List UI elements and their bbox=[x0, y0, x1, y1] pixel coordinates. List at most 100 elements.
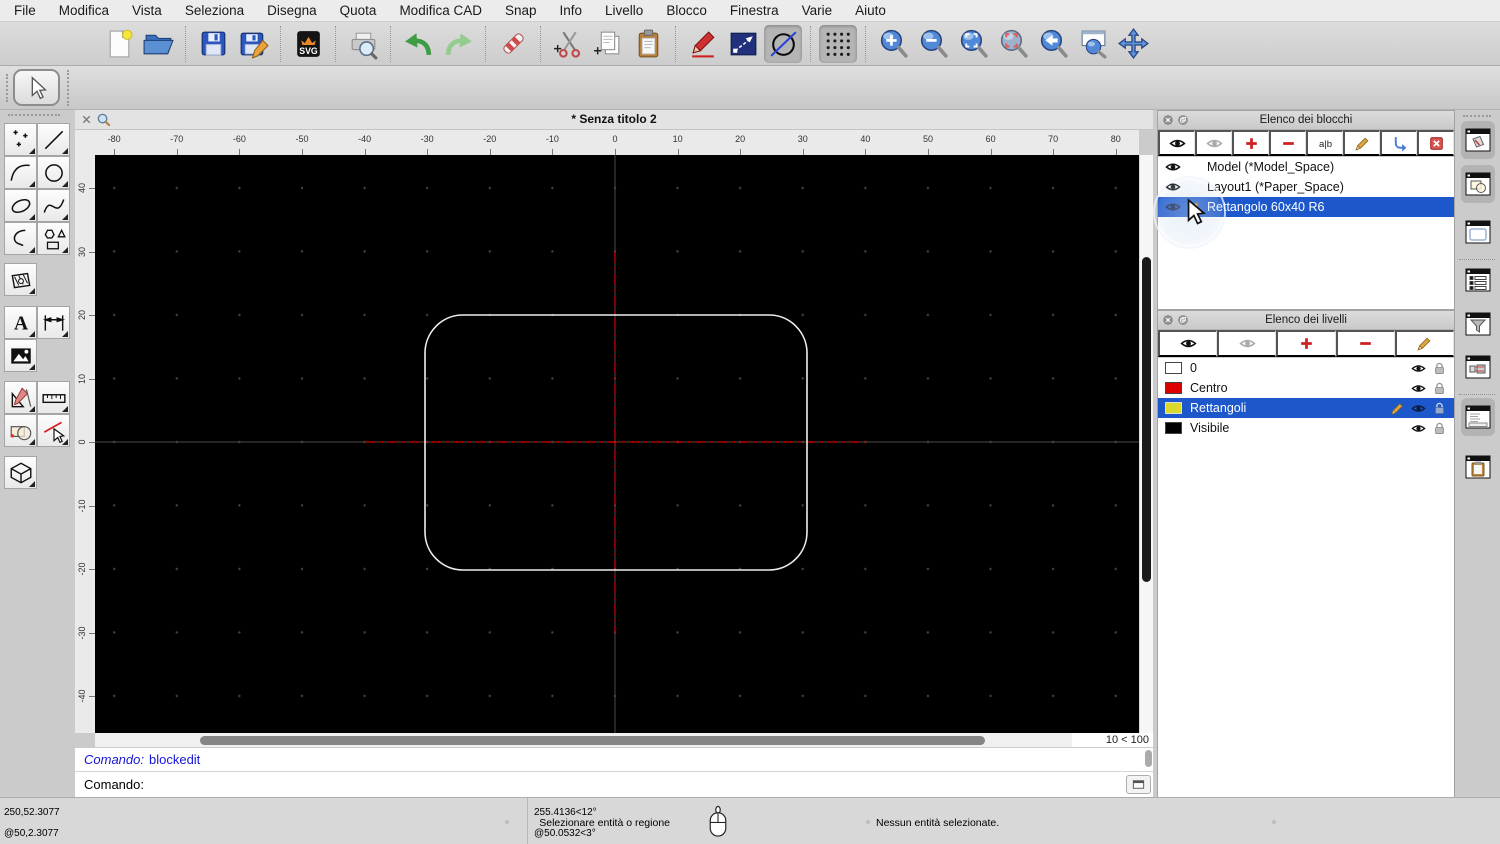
paste-button[interactable] bbox=[629, 25, 667, 63]
insert-block-button[interactable] bbox=[1380, 130, 1417, 156]
menu-vista[interactable]: Vista bbox=[132, 3, 162, 18]
circle-tool-button[interactable] bbox=[37, 156, 70, 189]
lock-icon[interactable] bbox=[1432, 421, 1447, 436]
menu-snap[interactable]: Snap bbox=[505, 3, 537, 18]
line-order-button[interactable] bbox=[724, 25, 762, 63]
visibility-eye-icon[interactable] bbox=[1165, 199, 1181, 215]
visibility-eye-icon[interactable] bbox=[1411, 401, 1426, 416]
vertical-scrollbar-thumb[interactable] bbox=[1142, 257, 1151, 582]
zoom-auto-button[interactable] bbox=[954, 25, 992, 63]
menu-blocco[interactable]: Blocco bbox=[666, 3, 707, 18]
line-tool-button[interactable] bbox=[37, 123, 70, 156]
panel-float-button[interactable] bbox=[1177, 314, 1189, 326]
block-row[interactable]: Rettangolo 60x40 R6 bbox=[1158, 197, 1454, 217]
panel-close-button[interactable] bbox=[1162, 314, 1174, 326]
lock-icon[interactable] bbox=[1432, 401, 1447, 416]
draw-pencil-button[interactable] bbox=[684, 25, 722, 63]
save-as-button[interactable] bbox=[234, 25, 272, 63]
shapes-tool-button[interactable] bbox=[37, 222, 70, 255]
edit-pencil-button[interactable] bbox=[1394, 330, 1454, 357]
zoom-previous-button[interactable] bbox=[1034, 25, 1072, 63]
panel-close-button[interactable] bbox=[1162, 114, 1174, 126]
menu-info[interactable]: Info bbox=[560, 3, 583, 18]
zoom-out-button[interactable] bbox=[914, 25, 952, 63]
remove-button[interactable] bbox=[1269, 130, 1306, 156]
library-browser-window-toggle[interactable] bbox=[1461, 165, 1495, 203]
export-svg-button[interactable] bbox=[289, 25, 327, 63]
rename-button[interactable] bbox=[1306, 130, 1343, 156]
save-button[interactable] bbox=[194, 25, 232, 63]
undo-button[interactable] bbox=[399, 25, 437, 63]
canvas-horizontal-scrollbar[interactable] bbox=[95, 733, 1072, 747]
menu-livello[interactable]: Livello bbox=[605, 3, 643, 18]
command-window-toggle-button[interactable] bbox=[1126, 775, 1151, 794]
print-preview-button[interactable] bbox=[344, 25, 382, 63]
menu-varie[interactable]: Varie bbox=[802, 3, 833, 18]
menu-modifica-cad[interactable]: Modifica CAD bbox=[399, 3, 482, 18]
blocks-tool-button[interactable] bbox=[4, 414, 37, 447]
block-row[interactable]: Model (*Model_Space) bbox=[1158, 157, 1454, 177]
solid-tool-button[interactable] bbox=[4, 456, 37, 489]
redo-button[interactable] bbox=[439, 25, 477, 63]
points-tool-button[interactable] bbox=[4, 123, 37, 156]
zoom-window-button[interactable] bbox=[1074, 25, 1112, 63]
visibility-eye-icon[interactable] bbox=[1411, 421, 1426, 436]
layer-row[interactable]: 0 bbox=[1158, 358, 1454, 378]
text-tool-button[interactable] bbox=[4, 306, 37, 339]
arc-tool-button[interactable] bbox=[4, 156, 37, 189]
menu-finestra[interactable]: Finestra bbox=[730, 3, 779, 18]
command-input[interactable] bbox=[148, 773, 1113, 796]
layer-list-window-toggle[interactable] bbox=[1461, 261, 1495, 299]
grid-toggle-button[interactable] bbox=[819, 24, 857, 63]
visibility-eye-icon[interactable] bbox=[1411, 381, 1426, 396]
menu-disegna[interactable]: Disegna bbox=[267, 3, 317, 18]
visibility-eye-icon[interactable] bbox=[1165, 159, 1181, 175]
lock-icon[interactable] bbox=[1432, 381, 1447, 396]
layer-row[interactable]: Rettangoli bbox=[1158, 398, 1454, 418]
ellipse-tool-button[interactable] bbox=[4, 189, 37, 222]
delete-all-button[interactable] bbox=[1417, 130, 1454, 156]
canvas-vertical-scrollbar[interactable] bbox=[1139, 155, 1153, 733]
image-tool-button[interactable] bbox=[4, 339, 37, 372]
lock-icon[interactable] bbox=[1432, 361, 1447, 376]
delete-eraser-button[interactable] bbox=[494, 25, 532, 63]
eye-grey-button[interactable] bbox=[1217, 330, 1277, 357]
dimension-tool-button[interactable] bbox=[37, 306, 70, 339]
measure-tool-button[interactable] bbox=[37, 381, 70, 414]
add-button[interactable] bbox=[1276, 330, 1336, 357]
spline-tool-button[interactable] bbox=[37, 189, 70, 222]
command-history-scrollbar[interactable] bbox=[1145, 750, 1152, 767]
selection-tool-button[interactable] bbox=[13, 69, 60, 106]
add-button[interactable] bbox=[1232, 130, 1269, 156]
draft-mode-button[interactable] bbox=[764, 24, 802, 63]
block-edit-window-toggle[interactable] bbox=[1461, 121, 1495, 159]
eye-button[interactable] bbox=[1158, 330, 1218, 357]
visibility-eye-icon[interactable] bbox=[1411, 361, 1426, 376]
pan-button[interactable] bbox=[1114, 25, 1152, 63]
menu-seleziona[interactable]: Seleziona bbox=[185, 3, 244, 18]
menu-file[interactable]: File bbox=[14, 3, 36, 18]
command-window-toggle[interactable] bbox=[1461, 398, 1495, 436]
pen-settings-window-toggle[interactable] bbox=[1461, 348, 1495, 386]
polyline-tool-button[interactable] bbox=[4, 222, 37, 255]
new-document-button[interactable] bbox=[99, 25, 137, 63]
menu-quota[interactable]: Quota bbox=[340, 3, 377, 18]
edit-pencil-button[interactable] bbox=[1343, 130, 1380, 156]
clipboard-window-toggle[interactable] bbox=[1461, 448, 1495, 486]
layer-row[interactable]: Visibile bbox=[1158, 418, 1454, 438]
modify-tool-button[interactable] bbox=[4, 381, 37, 414]
block-row[interactable]: Layout1 (*Paper_Space) bbox=[1158, 177, 1454, 197]
zoom-in-button[interactable] bbox=[874, 25, 912, 63]
copy-button[interactable] bbox=[589, 25, 627, 63]
eye-grey-button[interactable] bbox=[1195, 130, 1232, 156]
open-file-button[interactable] bbox=[139, 25, 177, 63]
zoom-selection-button[interactable] bbox=[994, 25, 1032, 63]
menu-aiuto[interactable]: Aiuto bbox=[855, 3, 886, 18]
visibility-eye-icon[interactable] bbox=[1165, 179, 1181, 195]
menu-modifica[interactable]: Modifica bbox=[59, 3, 109, 18]
preview-window-toggle[interactable] bbox=[1461, 213, 1495, 251]
deselect-tool-button[interactable] bbox=[37, 414, 70, 447]
filter-window-toggle[interactable] bbox=[1461, 305, 1495, 343]
drawing-canvas[interactable] bbox=[95, 155, 1139, 733]
hatch-tool-button[interactable] bbox=[4, 263, 37, 296]
